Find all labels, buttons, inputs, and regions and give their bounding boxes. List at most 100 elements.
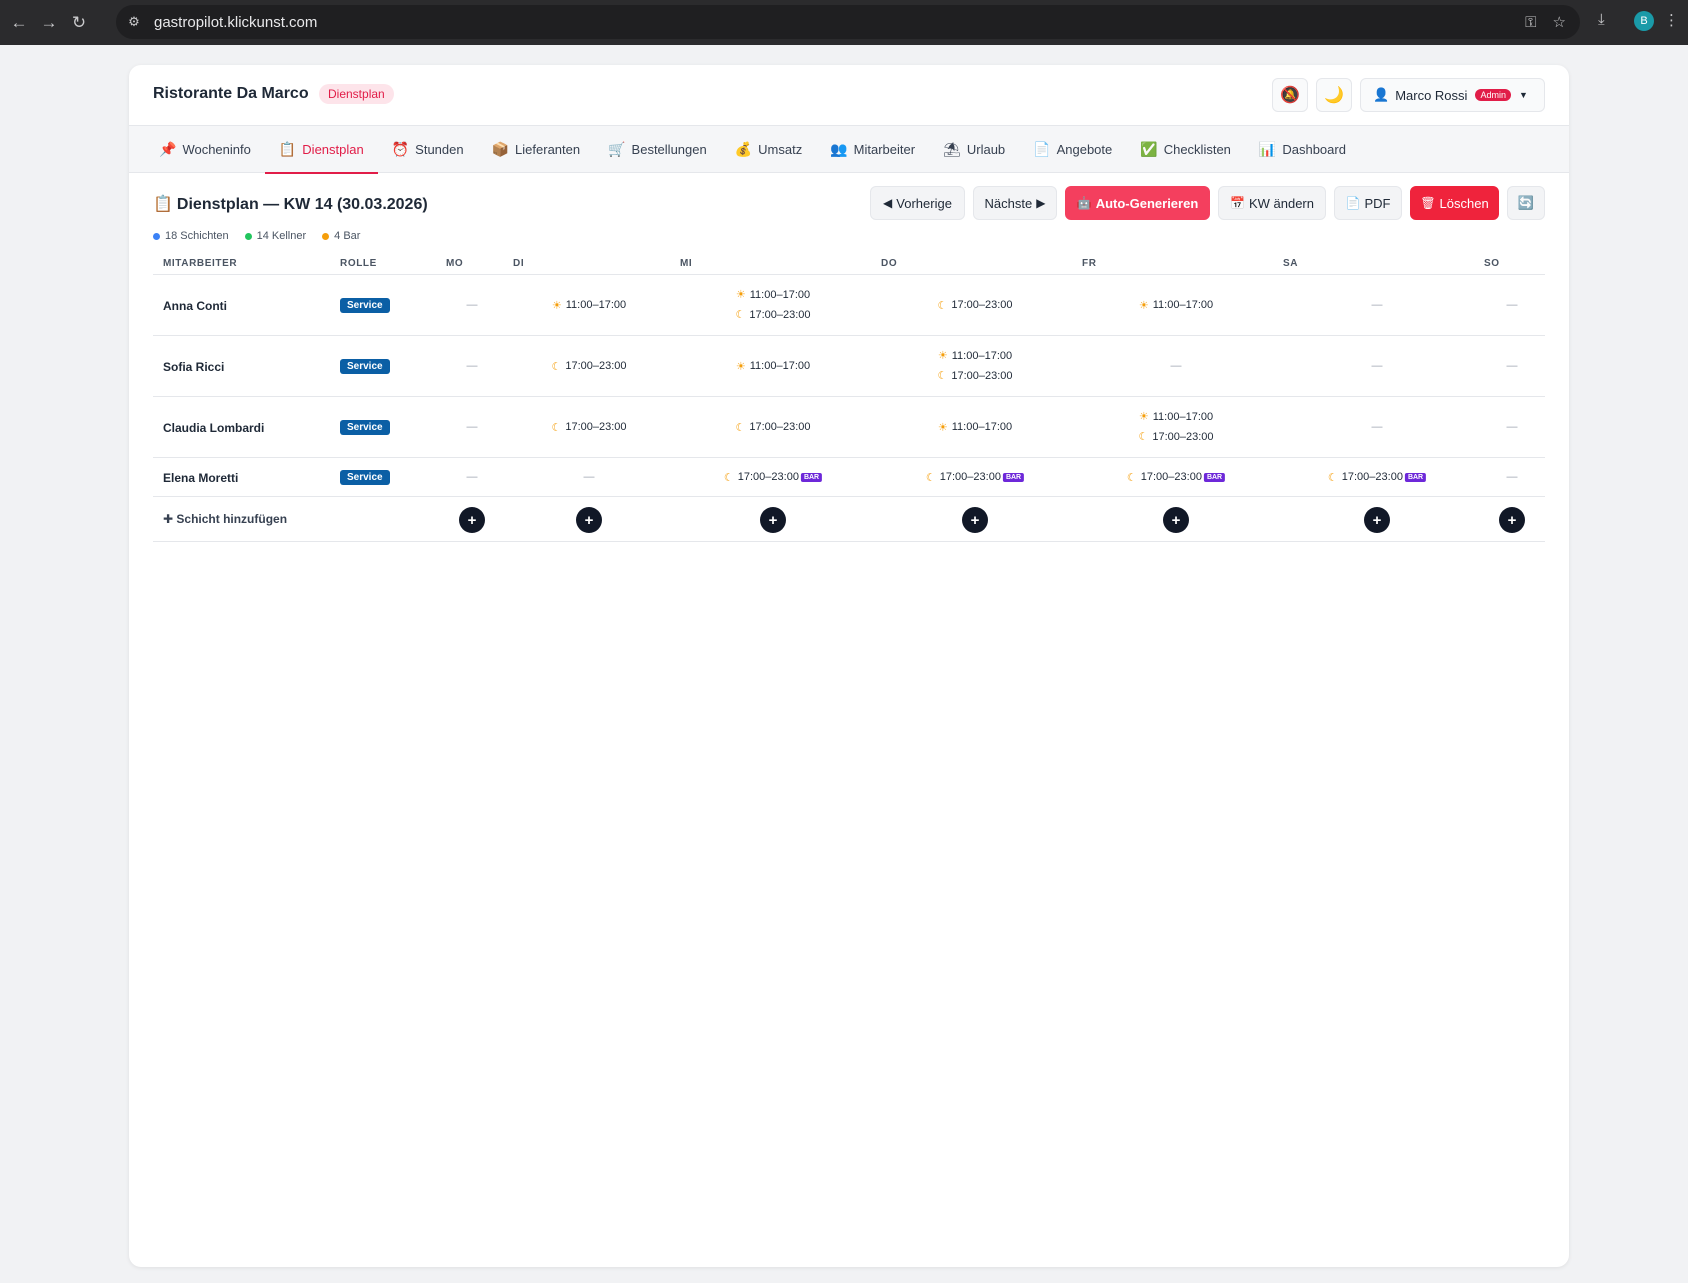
shift-entry[interactable]: ☀ 11:00–17:00 (1139, 410, 1213, 424)
shift-cell-fr[interactable]: ☀ 11:00–17:00 ☾ 17:00–23:00 (1138, 410, 1213, 444)
previous-week-button[interactable]: ◀ Vorherige (870, 186, 965, 220)
shift-entry[interactable]: ☀ 11:00–17:00 (736, 360, 810, 373)
shift-entry[interactable]: ☾ 17:00–23:00 BAR (1127, 471, 1226, 484)
shift-entry[interactable]: ☀ 11:00–17:00 (938, 421, 1012, 434)
column-header-sa: SA (1283, 258, 1299, 269)
site-settings-icon[interactable]: ⚙ (124, 14, 144, 30)
people-icon: 👥 (830, 140, 848, 157)
shift-cell-mi[interactable]: ☾ 17:00–23:00 BAR (724, 471, 823, 484)
shift-cell-di[interactable]: — (584, 471, 595, 483)
download-icon[interactable]: ⤓ (1598, 11, 1605, 28)
shift-cell-so[interactable]: — (1507, 471, 1518, 483)
shift-entry[interactable]: ☾ 17:00–23:00 BAR (925, 471, 1025, 484)
shift-entry[interactable]: ☾ 17:00–23:00 (551, 421, 626, 434)
shift-cell-sa[interactable]: — (1372, 360, 1383, 372)
shift-cell-so[interactable]: — (1507, 360, 1518, 372)
shift-cell-do[interactable]: ☀ 11:00–17:00 ☾ 17:00–23:00 (937, 349, 1012, 383)
shift-cell-do[interactable]: ☀ 11:00–17:00 (938, 421, 1012, 434)
shift-cell-do[interactable]: ☾ 17:00–23:00 (937, 299, 1012, 312)
shift-cell-mo[interactable]: — (467, 299, 478, 311)
shift-entry[interactable]: ☾ 17:00–23:00 (551, 360, 626, 373)
blue-dot-icon (153, 232, 160, 240)
shift-cell-sa[interactable]: ☾ 17:00–23:00 BAR (1328, 471, 1427, 484)
delete-button[interactable]: 🗑 Löschen (1410, 186, 1499, 220)
address-bar[interactable]: ⚙ gastropilot.klickunst.com ⚿ ☆ (116, 5, 1580, 39)
triangle-right-icon: ▶ (1036, 196, 1046, 210)
shift-cell-mo[interactable]: — (467, 421, 478, 433)
add-shift-button-di[interactable]: + (576, 507, 602, 533)
reload-icon[interactable]: ↻ (68, 12, 90, 34)
tab-mitarbeiter[interactable]: 👥 Mitarbeiter (816, 126, 929, 173)
shift-cell-sa[interactable]: — (1372, 299, 1383, 311)
refresh-button[interactable]: 🔄 (1507, 186, 1545, 220)
notifications-muted-button[interactable]: 🔕 (1272, 78, 1308, 112)
shift-cell-di[interactable]: ☾ 17:00–23:00 (551, 360, 626, 373)
add-shift-button-fr[interactable]: + (1163, 507, 1189, 533)
shift-entry[interactable]: ☾ 17:00–23:00 (937, 299, 1012, 312)
tab-lieferanten[interactable]: 📦 Lieferanten (478, 126, 595, 173)
menu-dots-icon[interactable]: ⋮ (1664, 11, 1679, 29)
next-week-button[interactable]: Nächste ▶ (973, 186, 1057, 220)
tab-bestellungen[interactable]: 🛒 Bestellungen (594, 126, 721, 173)
shift-time: 17:00–23:00 (1341, 471, 1403, 483)
moon-icon: ☾ (925, 471, 936, 484)
pdf-button[interactable]: 📄 PDF (1334, 186, 1402, 220)
shift-cell-fr[interactable]: ☀ 11:00–17:00 (1139, 299, 1213, 312)
tab-stunden[interactable]: ⏰ Stunden (378, 126, 478, 173)
shift-cell-di[interactable]: ☾ 17:00–23:00 (551, 421, 626, 434)
tab-checklisten[interactable]: ✅ Checklisten (1126, 126, 1245, 173)
add-shift-button-sa[interactable]: + (1364, 507, 1390, 533)
tab-label: Bestellungen (631, 141, 707, 157)
shift-cell-mo[interactable]: — (467, 360, 478, 372)
shift-cell-fr[interactable]: ☾ 17:00–23:00 BAR (1127, 471, 1226, 484)
shift-entry[interactable]: ☾ 17:00–23:00 (937, 369, 1012, 383)
shift-entry[interactable]: ☀ 11:00–17:00 (1139, 299, 1213, 312)
tab-dienstplan[interactable]: 📋 Dienstplan (264, 126, 378, 174)
forward-arrow-icon[interactable]: → (38, 12, 60, 34)
add-shift-button-so[interactable]: + (1499, 507, 1525, 533)
shift-cell-fr[interactable]: — (1171, 360, 1182, 372)
user-menu-button[interactable]: 👤 Marco Rossi Admin ▼ (1360, 78, 1545, 112)
shift-entry[interactable]: ☾ 17:00–23:00 BAR (724, 471, 823, 484)
bookmark-star-icon[interactable]: ☆ (1553, 13, 1566, 31)
shift-entry[interactable]: ☾ 17:00–23:00 (735, 308, 811, 322)
profile-avatar[interactable]: B (1634, 11, 1654, 31)
shift-cell-do[interactable]: ☾ 17:00–23:00 BAR (925, 471, 1025, 484)
shift-entry[interactable]: ☾ 17:00–23:00 BAR (1328, 471, 1427, 484)
add-shift-button-mo[interactable]: + (459, 507, 485, 533)
change-week-button[interactable]: 📅 KW ändern (1218, 186, 1326, 220)
tab-wocheninfo[interactable]: 📌 Wocheninfo (145, 126, 265, 173)
dark-mode-button[interactable]: 🌙 (1316, 78, 1352, 112)
bell-off-icon: 🔕 (1280, 87, 1300, 104)
auto-generate-button[interactable]: 🤖 Auto-Generieren (1065, 186, 1210, 220)
shift-time: 17:00–23:00 (749, 308, 811, 321)
add-shift-button-mi[interactable]: + (760, 507, 786, 533)
tab-umsatz[interactable]: 💰 Umsatz (721, 126, 817, 173)
moon-icon: ☾ (735, 309, 746, 321)
shift-cell-di[interactable]: ☀ 11:00–17:00 (552, 299, 626, 312)
tab-dashboard[interactable]: 📊 Dashboard (1245, 126, 1360, 173)
robot-icon: 🤖 (1076, 196, 1092, 210)
shift-cell-so[interactable]: — (1507, 421, 1518, 433)
employee-name: Sofia Ricci (163, 359, 225, 374)
empty-shift: — (1506, 359, 1518, 372)
tab-angebote[interactable]: 📄 Angebote (1019, 126, 1126, 173)
add-shift-button-do[interactable]: + (962, 507, 988, 533)
shift-entry[interactable]: ☀ 11:00–17:00 (736, 288, 810, 302)
shift-cell-mi[interactable]: ☾ 17:00–23:00 (735, 421, 810, 434)
shift-cell-sa[interactable]: — (1372, 421, 1383, 433)
empty-shift: — (583, 470, 595, 483)
tab-urlaub[interactable]: ⛱ Urlaub (929, 126, 1019, 173)
shift-entry[interactable]: ☀ 11:00–17:00 (938, 349, 1012, 363)
shift-cell-so[interactable]: — (1507, 299, 1518, 311)
password-key-icon[interactable]: ⚿ (1525, 14, 1536, 31)
shift-entry[interactable]: ☾ 17:00–23:00 (735, 421, 810, 434)
tab-label: Mitarbeiter (853, 141, 916, 157)
shift-entry[interactable]: ☀ 11:00–17:00 (552, 299, 626, 312)
shift-cell-mi[interactable]: ☀ 11:00–17:00 ☾ 17:00–23:00 (735, 288, 811, 322)
shift-entry[interactable]: ☾ 17:00–23:00 (1138, 430, 1213, 444)
shift-cell-mo[interactable]: — (467, 471, 478, 483)
back-arrow-icon[interactable]: ← (8, 12, 30, 34)
shift-cell-mi[interactable]: ☀ 11:00–17:00 (736, 360, 810, 373)
button-label: PDF (1364, 195, 1391, 211)
